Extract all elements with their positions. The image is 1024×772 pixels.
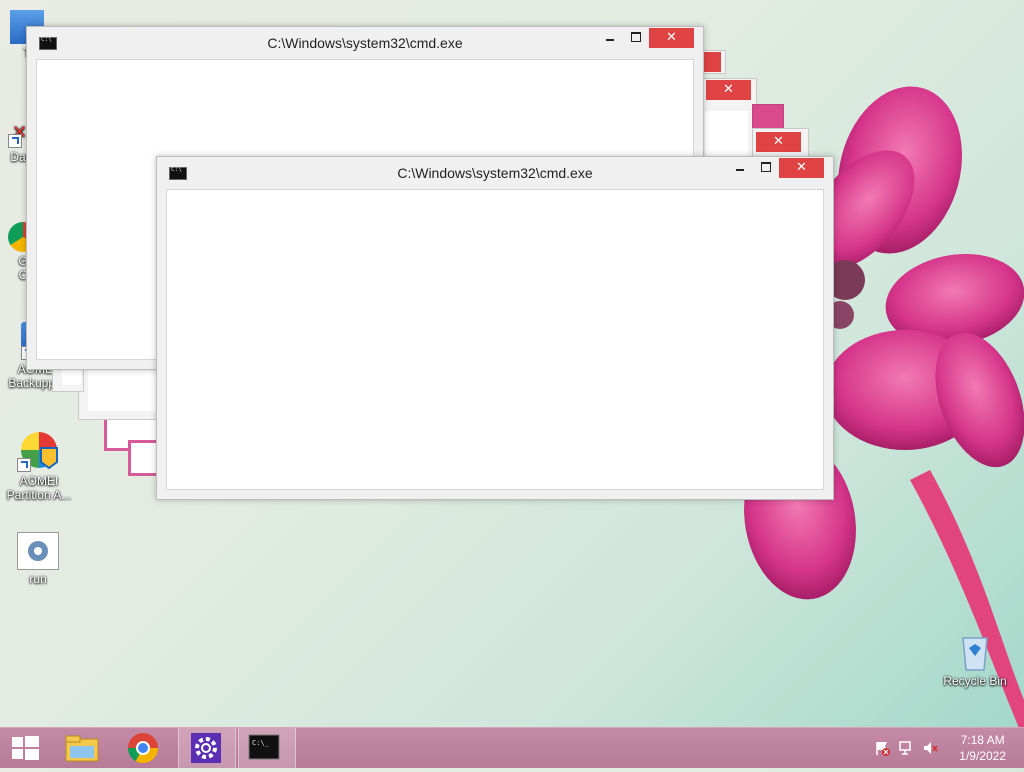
desktop-icon-recycle-bin[interactable]: Recycle Bin xyxy=(940,632,1010,688)
recycle-bin-icon xyxy=(959,632,991,672)
gear-icon xyxy=(191,733,221,763)
close-button[interactable]: ✕ xyxy=(779,158,824,178)
title-bar[interactable]: C:\Windows\system32\cmd.exe ✕ xyxy=(27,27,703,57)
gear-script-icon xyxy=(17,532,59,570)
shortcut-arrow-icon xyxy=(17,458,31,472)
folder-icon xyxy=(65,735,99,762)
network-icon[interactable] xyxy=(898,740,914,756)
windows-logo-icon xyxy=(12,736,39,760)
close-button-ghost[interactable]: ✕ xyxy=(756,132,801,152)
clock-time: 7:18 AM xyxy=(960,733,1005,747)
taskbar-settings[interactable] xyxy=(178,728,236,768)
taskbar-command-prompt[interactable]: C:\_ xyxy=(238,728,296,768)
desktop-icon-label: run xyxy=(29,572,47,586)
close-button[interactable]: ✕ xyxy=(649,28,694,48)
chrome-icon xyxy=(128,733,158,764)
maximize-button[interactable] xyxy=(753,158,779,178)
maximize-button[interactable] xyxy=(623,28,649,48)
taskbar-file-explorer[interactable] xyxy=(56,728,108,768)
minimize-button[interactable] xyxy=(727,158,753,178)
cmd-window-front[interactable]: C:\Windows\system32\cmd.exe ✕ xyxy=(156,156,834,500)
taskbar: C:\_ 7:18 AM 1/9/2022 xyxy=(0,727,1024,768)
desktop-icon-aomei-partition[interactable]: AOMEI Partition A... xyxy=(4,428,74,502)
taskbar-chrome[interactable] xyxy=(116,728,168,768)
system-clock[interactable]: 7:18 AM 1/9/2022 xyxy=(959,732,1006,764)
svg-text:C:\_: C:\_ xyxy=(252,739,270,747)
desktop-icon-label: Recycle Bin xyxy=(943,674,1007,688)
desktop-icon-label: AOMEI Partition A... xyxy=(6,474,72,502)
minimize-button[interactable] xyxy=(597,28,623,48)
cmd-icon: C:\_ xyxy=(248,734,280,760)
clock-date: 1/9/2022 xyxy=(959,749,1006,763)
start-button[interactable] xyxy=(0,728,52,768)
desktop-icon-run[interactable]: run xyxy=(3,532,73,586)
action-center-flag-icon[interactable] xyxy=(874,740,890,756)
volume-muted-icon[interactable] xyxy=(922,740,938,756)
close-button-ghost[interactable]: ✕ xyxy=(706,80,751,100)
aomei-partition-assistant-icon xyxy=(17,428,61,472)
title-bar[interactable]: C:\Windows\system32\cmd.exe ✕ xyxy=(157,157,833,187)
shortcut-arrow-icon xyxy=(8,134,22,148)
console-area[interactable] xyxy=(166,189,824,490)
close-icon xyxy=(701,52,721,72)
